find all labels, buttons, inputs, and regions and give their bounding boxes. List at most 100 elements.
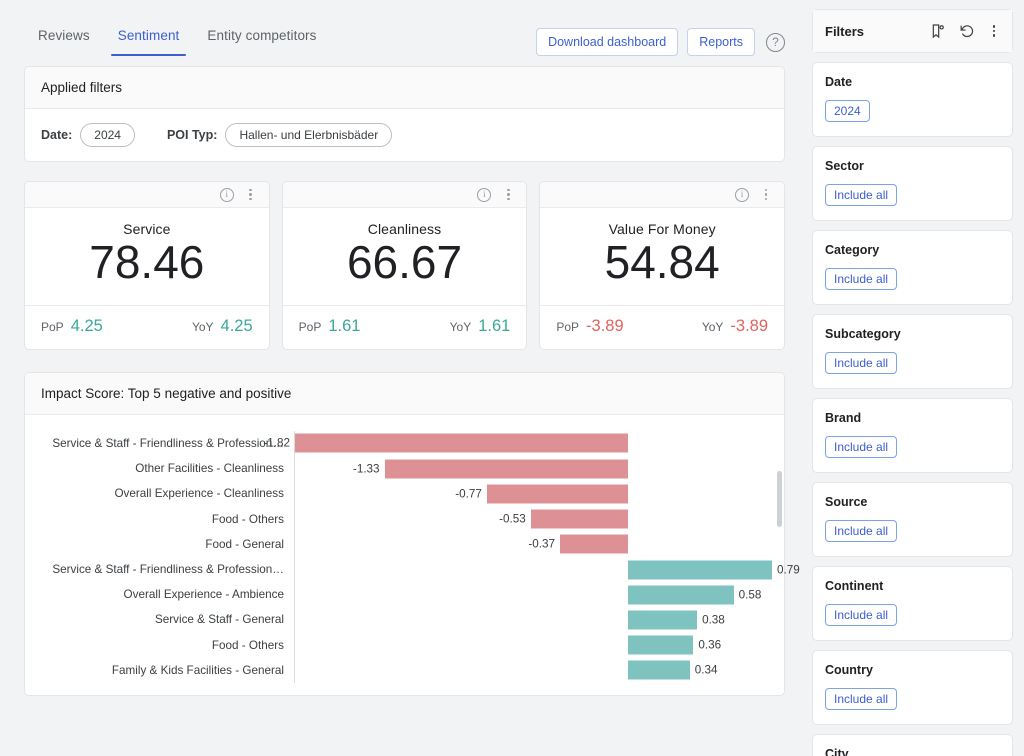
metric-yoy-key: YoY [702, 320, 724, 334]
reports-button[interactable]: Reports [687, 28, 755, 56]
filter-group-value-chip[interactable]: Include all [825, 520, 897, 542]
tab-sentiment[interactable]: Sentiment [104, 28, 194, 56]
kebab-menu-icon[interactable] [245, 188, 257, 202]
chart-bar[interactable] [628, 636, 694, 655]
chart-category-label: Family & Kids Facilities - General [33, 658, 294, 683]
download-dashboard-button[interactable]: Download dashboard [536, 28, 678, 56]
chart-bar-row: -0.37 [295, 532, 772, 557]
chart-title: Impact Score: Top 5 negative and positiv… [25, 373, 784, 415]
filter-group-value-chip[interactable]: Include all [825, 184, 897, 206]
chart-bar[interactable] [560, 535, 628, 554]
main-content: Reviews Sentiment Entity competitors Dow… [0, 0, 801, 756]
filter-group-value-chip[interactable]: Include all [825, 688, 897, 710]
metric-name: Value For Money [540, 221, 784, 237]
bookmark-add-icon[interactable] [930, 23, 946, 39]
chart-bar[interactable] [531, 510, 628, 529]
reset-icon[interactable] [959, 23, 975, 39]
filter-group-continent: Continent Include all [812, 566, 1013, 641]
chart-bar-value-label: 0.36 [698, 639, 721, 652]
chart-bar[interactable] [385, 459, 628, 478]
filter-group-body: SectorInclude all [813, 147, 1012, 220]
chart-bar-value-label: 0.38 [702, 613, 725, 626]
applied-filters-body: Date: 2024 POI Typ: Hallen- und Elerbnis… [25, 109, 784, 161]
filter-group-label: Subcategory [825, 327, 1000, 341]
filter-group-value-chip[interactable]: Include all [825, 352, 897, 374]
chart-bar-row: -0.77 [295, 481, 772, 506]
filter-group-body: Date 2024 [813, 63, 1012, 136]
chart-category-label: Service & Staff - Friendliness & Profess… [33, 557, 294, 582]
filter-group-body: CountryInclude all [813, 651, 1012, 724]
filter-group-label: Category [825, 243, 1000, 257]
help-icon[interactable]: ? [766, 33, 785, 52]
tab-sentiment-label: Sentiment [118, 28, 180, 43]
tab-entity-competitors[interactable]: Entity competitors [193, 28, 330, 56]
chart-bar[interactable] [628, 560, 772, 579]
applied-filter-label-date: Date: [41, 128, 72, 142]
tab-reviews-label: Reviews [38, 28, 90, 43]
chart-category-axis: Service & Staff - Friendliness & Profess… [33, 431, 295, 683]
metric-pop: PoP 1.61 [299, 317, 361, 336]
filter-group-city: City [812, 734, 1013, 756]
metric-yoy: YoY 1.61 [450, 317, 511, 336]
kebab-menu-icon[interactable] [988, 23, 1000, 39]
filter-group-label: Continent [825, 579, 1000, 593]
chart-category-label: Overall Experience - Ambience [33, 582, 294, 607]
chart-bar-value-label: -0.77 [455, 487, 482, 500]
filter-group-date: Date 2024 [812, 62, 1013, 137]
filter-group-body: SourceInclude all [813, 483, 1012, 556]
chart-bar-value-label: 0.34 [695, 664, 718, 677]
metric-value: 66.67 [283, 236, 527, 289]
chart-bar-row: 0.79 [295, 557, 772, 582]
chart-bar-value-label: 0.58 [739, 588, 762, 601]
chart-scrollbar[interactable] [777, 423, 782, 648]
filters-header-row: Filters [813, 10, 1012, 52]
filter-group-brand: BrandInclude all [812, 398, 1013, 473]
metric-pop-key: PoP [41, 320, 64, 334]
chart-bar-row: 0.58 [295, 582, 772, 607]
chart-bar[interactable] [487, 484, 628, 503]
chart-bar[interactable] [628, 585, 734, 604]
metric-card-service: i Service 78.46 PoP 4.25 YoY 4.25 [24, 181, 270, 350]
chart-bar[interactable] [295, 434, 628, 453]
tab-bar: Reviews Sentiment Entity competitors Dow… [0, 0, 801, 66]
chart-plot-area: -1.82-1.33 -0.77 -0.53 -0.370.79 0.58 0.38 0.3… [295, 431, 772, 683]
applied-filter-chip-date[interactable]: 2024 [80, 123, 135, 147]
info-icon[interactable]: i [220, 188, 234, 202]
metric-card-header: i [25, 182, 269, 208]
chart-category-label: Overall Experience - Cleanliness [33, 481, 294, 506]
chart-bar-value-label: -0.53 [499, 513, 526, 526]
metric-yoy-value: -3.89 [730, 317, 768, 336]
tab-reviews[interactable]: Reviews [24, 28, 104, 56]
filter-group-label: Date [825, 75, 1000, 89]
tab-entity-competitors-label: Entity competitors [207, 28, 316, 43]
chart-scrollbar-thumb[interactable] [777, 471, 782, 527]
chart-bar[interactable] [628, 661, 690, 680]
filter-group-value-chip[interactable]: 2024 [825, 100, 870, 122]
metric-pop-value: -3.89 [586, 317, 624, 336]
filter-group-value-chip[interactable]: Include all [825, 604, 897, 626]
chart-bar-row: -1.82 [295, 431, 772, 456]
applied-filter-label-poi-typ: POI Typ: [167, 128, 217, 142]
chart-bar-row: 0.34 [295, 658, 772, 683]
kebab-menu-icon[interactable] [502, 188, 514, 202]
metric-card-row: i Service 78.46 PoP 4.25 YoY 4.25 [24, 181, 785, 350]
metric-footer: PoP 4.25 YoY 4.25 [25, 306, 269, 349]
filter-group-value-chip[interactable]: Include all [825, 268, 897, 290]
filter-group-sector: SectorInclude all [812, 146, 1013, 221]
chart-bar[interactable] [628, 610, 697, 629]
chart-category-label: Other Facilities - Cleanliness [33, 456, 294, 481]
chart-bar-row: -0.53 [295, 507, 772, 532]
filter-group-value-chip[interactable]: Include all [825, 436, 897, 458]
applied-filter-chip-poi-typ[interactable]: Hallen- und Elerbnisbäder [225, 123, 392, 147]
info-icon[interactable]: i [477, 188, 491, 202]
chart-category-label: Food - Others [33, 507, 294, 532]
metric-name: Service [25, 221, 269, 237]
chart-bar-row: -1.33 [295, 456, 772, 481]
metric-pop-key: PoP [556, 320, 579, 334]
info-icon[interactable]: i [735, 188, 749, 202]
kebab-menu-icon[interactable] [760, 188, 772, 202]
filter-groups: Date 2024 SectorInclude all Category Include… [812, 62, 1013, 756]
impact-score-bar-chart: Service & Staff - Friendliness & Profess… [33, 431, 772, 683]
chart-wrapper: Service & Staff - Friendliness & Profess… [25, 415, 784, 695]
filter-group-body: BrandInclude all [813, 399, 1012, 472]
